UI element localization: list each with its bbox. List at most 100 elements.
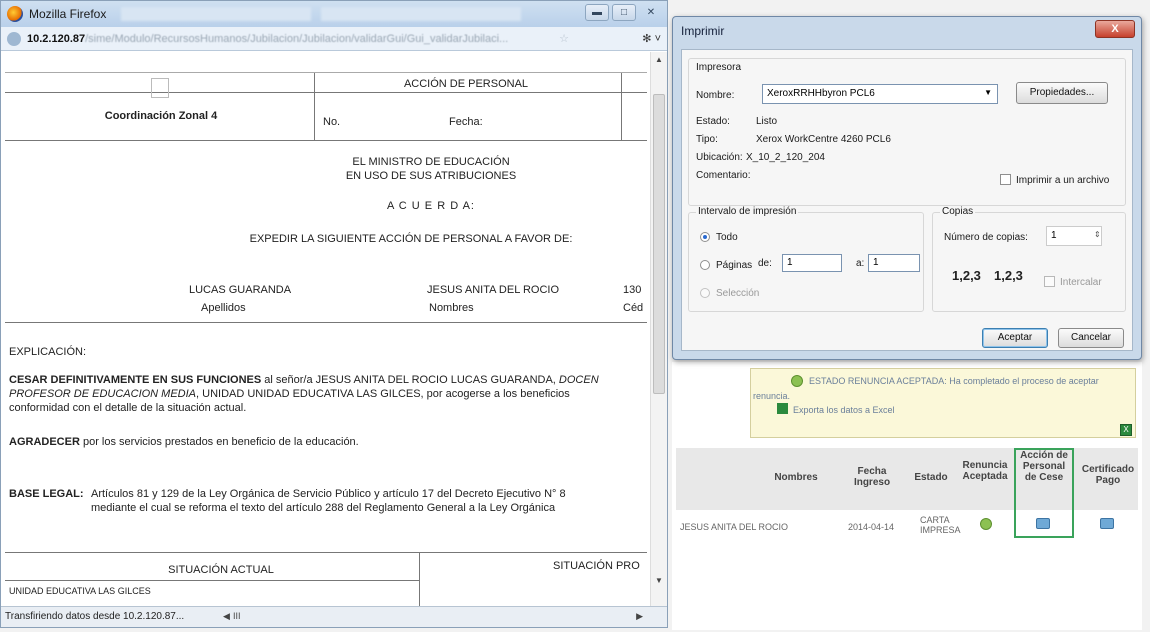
close-button[interactable]: ✕: [639, 4, 663, 21]
chevron-down-icon: ▼: [984, 88, 992, 97]
vertical-scrollbar[interactable]: ▲ ▼: [650, 52, 667, 607]
print-to-file-checkbox[interactable]: [1000, 174, 1011, 185]
scroll-up-icon[interactable]: ▲: [655, 55, 663, 64]
coordinacion: Coordinación Zonal 4: [104, 110, 218, 122]
a-label: a:: [856, 258, 865, 269]
firefox-logo-icon: [7, 6, 23, 22]
site-identity-icon[interactable]: [7, 31, 21, 46]
collate-icon: 1,2,3: [994, 268, 1023, 283]
notice-box: ESTADO RENUNCIA ACEPTADA: Ha completado …: [750, 368, 1136, 438]
col-estado: Estado: [914, 472, 948, 483]
paginas-radio[interactable]: [700, 260, 710, 270]
de-input[interactable]: 1: [782, 254, 842, 272]
ministro: EL MINISTRO DE EDUCACIÓN: [352, 156, 510, 168]
agradecer: AGRADECER por los servicios prestados en…: [9, 436, 359, 448]
firefox-window: Mozilla Firefox ▬ □ ✕ 10.2.120.87 /sime/…: [0, 0, 668, 628]
todo-label: Todo: [716, 232, 738, 243]
url-host: 10.2.120.87: [27, 32, 86, 45]
cedula-label: Céd: [623, 302, 644, 314]
intervalo-label: Intervalo de impresión: [696, 206, 799, 217]
tipo-value: Xerox WorkCentre 4260 PCL6: [756, 134, 891, 145]
expedir: EXPEDIR LA SIGUIENTE ACCIÓN DE PERSONAL …: [249, 233, 573, 245]
intercalar-label: Intercalar: [1060, 277, 1102, 288]
num-copias-label: Número de copias:: [944, 232, 1028, 243]
check-icon: [791, 375, 803, 387]
print-dialog-title: Imprimir: [681, 24, 725, 38]
row-estado: CARTA IMPRESA: [920, 515, 961, 535]
ubicacion-label: Ubicación:: [696, 152, 743, 163]
nombres-label: Nombres: [429, 302, 474, 314]
cesar-line-3: conformidad con el detalle de la situaci…: [9, 402, 247, 414]
firefox-title: Mozilla Firefox: [29, 7, 107, 21]
paginas-label: Páginas: [716, 260, 753, 271]
intercalar-checkbox[interactable]: [1044, 276, 1055, 287]
nombre-label: Nombre:: [696, 90, 735, 101]
fecha-label: Fecha:: [449, 116, 483, 128]
excel-export-icon[interactable]: X: [1120, 424, 1132, 436]
base-legal-line-1: Artículos 81 y 129 de la Ley Orgánica de…: [91, 488, 566, 500]
explicacion: EXPLICACIÓN:: [9, 346, 87, 358]
collate-icon: 1,2,3: [952, 268, 981, 283]
print-dialog-body: Impresora Nombre: XeroxRRHHbyron PCL6 ▼ P…: [681, 49, 1133, 351]
acuerda: A C U E R D A:: [387, 200, 475, 212]
certificado-print-icon[interactable]: [1100, 518, 1114, 529]
notice-line-1: ESTADO RENUNCIA ACEPTADA: Ha completado …: [809, 376, 1099, 386]
excel-icon[interactable]: [777, 403, 788, 414]
seleccion-label: Selección: [716, 288, 760, 299]
printer-select[interactable]: XeroxRRHHbyron PCL6 ▼: [762, 84, 998, 104]
impresora-label: Impresora: [696, 62, 742, 73]
scroll-thumb[interactable]: [653, 94, 665, 394]
row-nombres: JESUS ANITA DEL ROCIO: [680, 522, 789, 532]
print-to-file-label[interactable]: Imprimir a un archivo: [1016, 175, 1109, 186]
background-tab[interactable]: [121, 7, 311, 21]
firefox-titlebar: Mozilla Firefox ▬ □ ✕: [1, 1, 667, 27]
col-nombres: Nombres: [774, 472, 818, 483]
scroll-down-icon[interactable]: ▼: [655, 576, 663, 585]
aceptar-button[interactable]: Aceptar: [982, 328, 1048, 348]
estado-label: Estado:: [696, 116, 730, 127]
todo-radio[interactable]: [700, 232, 710, 242]
renuncia-ok-icon: [980, 518, 992, 530]
bookmark-star-icon[interactable]: ☆: [559, 32, 569, 45]
ubicacion-value: X_10_2_120_204: [746, 152, 825, 163]
base-legal-line-2: mediante el cual se reforma el texto del…: [91, 502, 556, 514]
situacion-propuesta: SITUACIÓN PRO: [553, 560, 640, 572]
copias-label: Copias: [940, 206, 976, 217]
hscroll-left-icon[interactable]: ◀: [223, 611, 230, 622]
accion-print-icon[interactable]: [1036, 518, 1050, 529]
dialog-close-button[interactable]: X: [1095, 20, 1135, 38]
url-path: /sime/Modulo/RecursosHumanos/Jubilacion/…: [85, 32, 509, 45]
apellidos-label: Apellidos: [201, 302, 246, 314]
hscroll-grip[interactable]: III: [233, 611, 241, 621]
apellidos-value: LUCAS GUARANDA: [189, 284, 292, 296]
atribuciones: EN USO DE SUS ATRIBUCIONES: [345, 170, 517, 182]
background-tab[interactable]: [321, 7, 521, 21]
no-label: No.: [323, 116, 341, 128]
print-dialog: Imprimir X Impresora Nombre: XeroxRRHHby…: [672, 16, 1142, 360]
a-input[interactable]: 1: [868, 254, 920, 272]
cancelar-button[interactable]: Cancelar: [1058, 328, 1124, 348]
tipo-label: Tipo:: [696, 134, 718, 145]
comentario-label: Comentario:: [696, 170, 751, 181]
address-bar[interactable]: 10.2.120.87 /sime/Modulo/RecursosHumanos…: [1, 27, 667, 51]
page-content: Coordinación Zonal 4 ACCIÓN DE PERSONAL …: [1, 52, 651, 607]
export-excel-link[interactable]: Exporta los datos a Excel: [793, 405, 895, 415]
col-certificado-pago: Certificado Pago: [1081, 464, 1135, 486]
spinner-icon[interactable]: ⇕: [1094, 230, 1101, 239]
hscroll-right-icon[interactable]: ▶: [636, 611, 643, 622]
seleccion-radio[interactable]: [700, 288, 710, 298]
col-fecha-ingreso: Fecha Ingreso: [853, 466, 891, 488]
extension-icon[interactable]: ✻ ˅: [642, 32, 661, 45]
notice-line-2: renuncia.: [753, 391, 791, 401]
nombres-value: JESUS ANITA DEL ROCIO: [427, 284, 560, 296]
unidad-cut: UNIDAD EDUCATIVA LAS GILCES: [9, 586, 151, 596]
row-fecha: 2014-04-14: [848, 522, 895, 532]
propiedades-button[interactable]: Propiedades...: [1016, 82, 1108, 104]
col-renuncia-aceptada: Renuncia Aceptada: [962, 460, 1008, 482]
minimize-button[interactable]: ▬: [585, 4, 609, 21]
cesar-line-1: CESAR DEFINITIVAMENTE EN SUS FUNCIONES a…: [9, 374, 599, 386]
accion-title: ACCIÓN DE PERSONAL: [403, 78, 529, 90]
maximize-button[interactable]: □: [612, 4, 636, 21]
horizontal-scrollbar[interactable]: ◀ III ▶: [223, 611, 643, 623]
base-legal-label: BASE LEGAL:: [9, 488, 84, 500]
